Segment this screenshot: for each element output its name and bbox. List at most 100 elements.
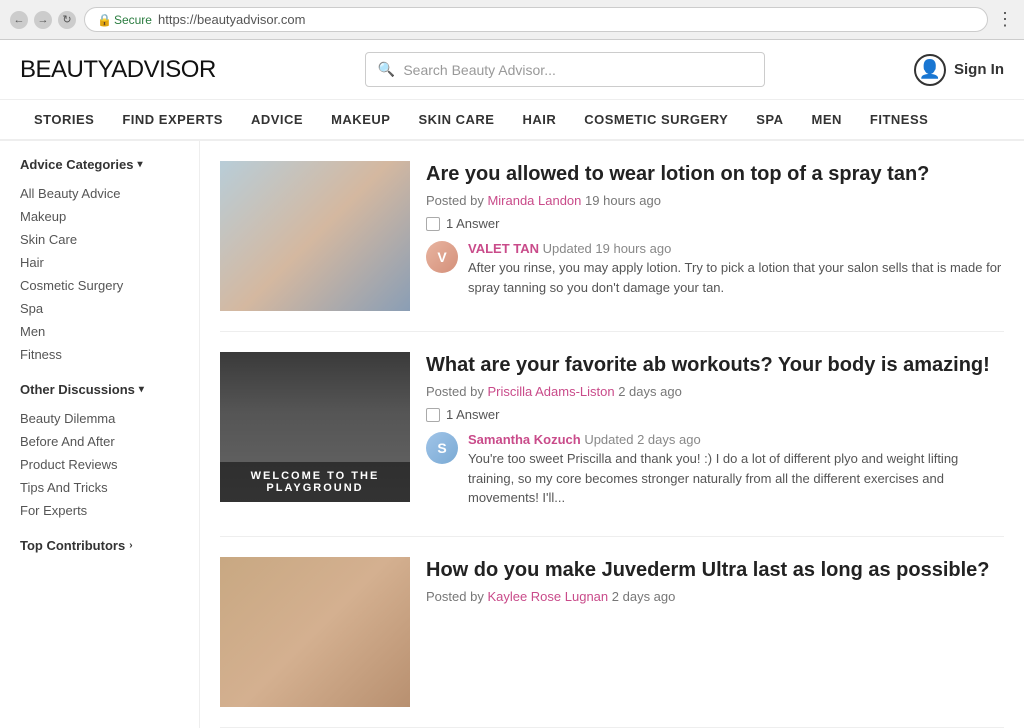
post-card-1: Are you allowed to wear lotion on top of… [220,141,1004,332]
sidebar-item-hair[interactable]: Hair [20,251,179,274]
answer-count-text-1: 1 Answer [446,216,499,231]
sidebar-item-beauty-dilemma[interactable]: Beauty Dilemma [20,407,179,430]
advice-categories-label: Advice Categories [20,157,133,172]
post-meta-3: Posted by Kaylee Rose Lugnan 2 days ago [426,589,1004,604]
logo-light: ADVISOR [111,56,216,83]
post-image-3 [220,557,410,707]
post-title-1[interactable]: Are you allowed to wear lotion on top of… [426,161,1004,187]
other-discussions-label: Other Discussions [20,382,135,397]
nav-item-skin-care[interactable]: SKIN CARE [404,100,508,139]
nav-item-hair[interactable]: HAIR [508,100,570,139]
post-time-2: 2 days ago [618,384,682,399]
chevron-down-icon: ▾ [137,159,142,170]
reply-block-2: S Samantha Kozuch Updated 2 days ago You… [426,432,1004,508]
nav-item-makeup[interactable]: MAKEUP [317,100,404,139]
nav-item-fitness[interactable]: FITNESS [856,100,942,139]
site-header: BEAUTYADVISOR 🔍 Search Beauty Advisor...… [0,40,1024,100]
post-meta-2: Posted by Priscilla Adams-Liston 2 days … [426,384,1004,399]
search-bar[interactable]: 🔍 Search Beauty Advisor... [365,52,765,87]
top-contributors-label: Top Contributors [20,538,125,553]
checkbox-icon-1 [426,217,440,231]
post-author-3[interactable]: Kaylee Rose Lugnan [487,589,608,604]
advice-categories-section[interactable]: Advice Categories ▾ [20,157,179,172]
post-card-2: WELCOME TO THE PLAYGROUND What are your … [220,332,1004,537]
post-time-1: 19 hours ago [585,193,661,208]
sidebar-item-fitness[interactable]: Fitness [20,343,179,366]
reply-content-1: VALET TAN Updated 19 hours ago After you… [468,241,1004,297]
post-image-1 [220,161,410,311]
nav-item-cosmetic-surgery[interactable]: COSMETIC SURGERY [570,100,742,139]
search-placeholder-text: Search Beauty Advisor... [403,62,556,78]
chevron-down-icon-2: ▾ [139,384,144,395]
post-author-2[interactable]: Priscilla Adams-Liston [487,384,614,399]
nav-item-stories[interactable]: STORIES [20,100,108,139]
main-layout: Advice Categories ▾ All Beauty Advice Ma… [0,141,1024,728]
reply-content-2: Samantha Kozuch Updated 2 days ago You'r… [468,432,1004,508]
chevron-right-icon: › [129,540,132,551]
reply-header-2: Samantha Kozuch Updated 2 days ago [468,432,1004,447]
reply-name-2[interactable]: Samantha Kozuch [468,432,581,447]
post-author-1[interactable]: Miranda Landon [487,193,581,208]
search-icon: 🔍 [378,61,395,78]
browser-nav-controls[interactable]: ← → ↻ [10,11,76,29]
nav-item-find-experts[interactable]: FIND EXPERTS [108,100,237,139]
post-time-3: 2 days ago [612,589,676,604]
advice-categories-list: All Beauty Advice Makeup Skin Care Hair … [20,182,179,366]
post-card-3: How do you make Juvederm Ultra last as l… [220,537,1004,728]
sidebar-item-all-beauty[interactable]: All Beauty Advice [20,182,179,205]
back-button[interactable]: ← [10,11,28,29]
sidebar: Advice Categories ▾ All Beauty Advice Ma… [0,141,200,728]
forward-button[interactable]: → [34,11,52,29]
sidebar-item-spa[interactable]: Spa [20,297,179,320]
site-logo[interactable]: BEAUTYADVISOR [20,56,216,84]
nav-item-advice[interactable]: ADVICE [237,100,317,139]
post-meta-1: Posted by Miranda Landon 19 hours ago [426,193,1004,208]
reply-block-1: V VALET TAN Updated 19 hours ago After y… [426,241,1004,297]
sign-in-button[interactable]: Sign In [954,61,1004,78]
post-image-inner-3 [220,557,410,707]
sidebar-item-before-after[interactable]: Before And After [20,430,179,453]
answer-count-text-2: 1 Answer [446,407,499,422]
reply-text-1: After you rinse, you may apply lotion. T… [468,258,1004,297]
top-contributors-section[interactable]: Top Contributors › [20,538,179,553]
secure-badge: 🔒 Secure [97,13,152,27]
nav-item-spa[interactable]: SPA [742,100,797,139]
post-answer-count-1: 1 Answer [426,216,1004,231]
checkbox-icon-2 [426,408,440,422]
browser-chrome: ← → ↻ 🔒 Secure https://beautyadvisor.com… [0,0,1024,40]
other-discussions-list: Beauty Dilemma Before And After Product … [20,407,179,522]
browser-menu-button[interactable]: ⋮ [996,9,1014,30]
url-text: https://beautyadvisor.com [158,12,305,27]
sidebar-item-for-experts[interactable]: For Experts [20,499,179,522]
sidebar-item-men[interactable]: Men [20,320,179,343]
reply-time-2: Updated 2 days ago [584,432,700,447]
posts-content: Are you allowed to wear lotion on top of… [200,141,1024,728]
reply-name-1[interactable]: VALET TAN [468,241,539,256]
post-body-2: What are your favorite ab workouts? Your… [426,352,1004,516]
main-nav: STORIESFIND EXPERTSADVICEMAKEUPSKIN CARE… [0,100,1024,141]
post-body-3: How do you make Juvederm Ultra last as l… [426,557,1004,707]
post-image-inner-1 [220,161,410,311]
post-title-2[interactable]: What are your favorite ab workouts? Your… [426,352,1004,378]
post-body-1: Are you allowed to wear lotion on top of… [426,161,1004,311]
post-title-3[interactable]: How do you make Juvederm Ultra last as l… [426,557,1004,583]
reply-header-1: VALET TAN Updated 19 hours ago [468,241,1004,256]
user-avatar-icon: 👤 [914,54,946,86]
address-bar[interactable]: 🔒 Secure https://beautyadvisor.com [84,7,988,32]
post-image-2: WELCOME TO THE PLAYGROUND [220,352,410,502]
sidebar-item-cosmetic-surgery[interactable]: Cosmetic Surgery [20,274,179,297]
nav-item-men[interactable]: MEN [798,100,856,139]
reply-time-1: Updated 19 hours ago [543,241,672,256]
sidebar-item-makeup[interactable]: Makeup [20,205,179,228]
playground-overlay-text: WELCOME TO THE PLAYGROUND [220,462,410,502]
reply-avatar-2: S [426,432,458,464]
other-discussions-section[interactable]: Other Discussions ▾ [20,382,179,397]
logo-bold: BEAUTY [20,56,111,83]
sidebar-item-product-reviews[interactable]: Product Reviews [20,453,179,476]
sidebar-item-tips-tricks[interactable]: Tips And Tricks [20,476,179,499]
post-answer-count-2: 1 Answer [426,407,1004,422]
refresh-button[interactable]: ↻ [58,11,76,29]
reply-avatar-1: V [426,241,458,273]
sidebar-item-skin-care[interactable]: Skin Care [20,228,179,251]
sign-in-area[interactable]: 👤 Sign In [914,54,1004,86]
